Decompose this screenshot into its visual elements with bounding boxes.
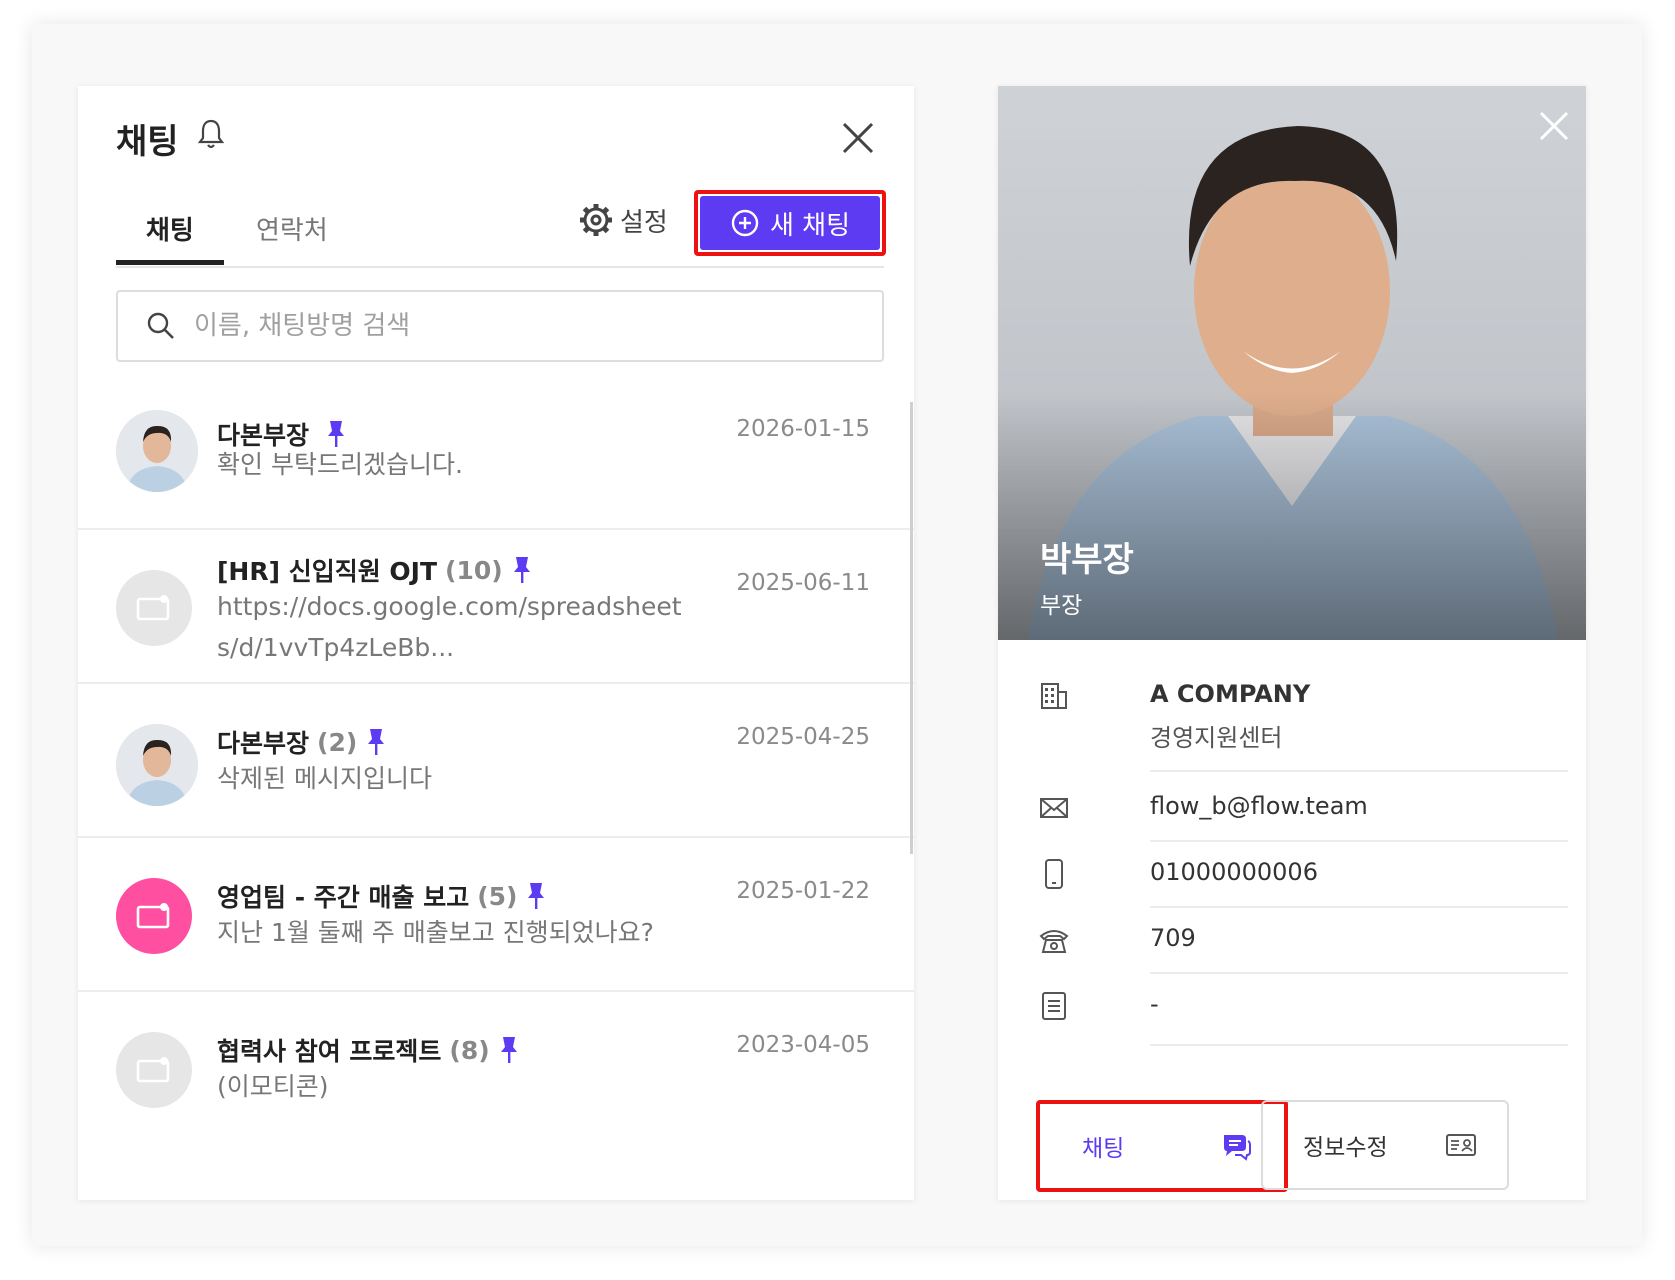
chat-panel-title: 채팅: [116, 122, 179, 162]
last-message: 삭제된 메시지입니다: [217, 764, 432, 793]
chat-room-item[interactable]: 협력사 참여 프로젝트 (8) (이모티콘) 2023-04-05: [78, 992, 914, 1152]
chat-button-label: 채팅: [1082, 1136, 1125, 1162]
chat-room-name: [HR] 신입직원 OJT (10): [217, 552, 533, 588]
chat-room-list: 다본부장 확인 부탁드리겠습니다. 2026-01-15 [HR] 신입직원 O…: [78, 384, 914, 1152]
person-photo-icon: [116, 410, 198, 492]
last-message: 지난 1월 둘째 주 매출보고 진행되었나요?: [217, 918, 654, 947]
telephone-icon: [1039, 930, 1069, 953]
chat-room-icon: [136, 903, 170, 929]
person-photo-icon: [116, 724, 198, 806]
room-title: [HR] 신입직원 OJT: [217, 557, 438, 586]
room-title: 영업팀 - 주간 매출 보고: [217, 883, 470, 912]
pin-icon: [528, 883, 545, 909]
chat-date: 2023-04-05: [736, 1032, 870, 1058]
gear-icon: [580, 204, 612, 236]
chat-date: 2025-06-11: [736, 570, 870, 596]
member-count: (5): [477, 881, 518, 911]
room-title: 다본부장: [217, 729, 310, 758]
new-chat-button[interactable]: 새 채팅: [700, 196, 880, 250]
chat-room-item[interactable]: 다본부장 확인 부탁드리겠습니다. 2026-01-15: [78, 384, 914, 530]
chat-room-name: 다본부장 (2): [217, 724, 387, 760]
chat-room-item[interactable]: [HR] 신입직원 OJT (10) https://docs.google.c…: [78, 530, 914, 684]
chat-room-icon: [136, 595, 170, 621]
divider: [1150, 1044, 1568, 1046]
company-name: A COMPANY: [1150, 680, 1311, 708]
email[interactable]: flow_b@flow.team: [1150, 792, 1368, 820]
divider: [1150, 906, 1568, 908]
divider: [1150, 770, 1568, 772]
active-tab-indicator: [116, 260, 224, 265]
search-input[interactable]: [192, 310, 832, 342]
divider: [1150, 972, 1568, 974]
last-message: https://docs.google.com/spreadsheets/d/1…: [217, 592, 682, 662]
chat-room-name: 영업팀 - 주간 매출 보고 (5): [217, 878, 547, 914]
divider: [1150, 840, 1568, 842]
last-message: 확인 부탁드리겠습니다.: [217, 450, 463, 479]
tab-chat[interactable]: 채팅: [146, 210, 194, 247]
mail-icon: [1040, 798, 1068, 818]
avatar: [116, 724, 198, 806]
department: 경영지원센터: [1150, 724, 1283, 752]
chat-button[interactable]: 채팅: [1042, 1106, 1282, 1186]
edit-info-label: 정보수정: [1303, 1135, 1388, 1161]
settings-button[interactable]: 설정: [578, 198, 668, 242]
chat-room-name: 협력사 참여 프로젝트 (8): [217, 1032, 520, 1068]
profile-name: 박부장: [1040, 540, 1134, 580]
profile-panel: 박부장 부장 A COMPANY 경영지원센터 flow_b@flow.team…: [998, 86, 1586, 1200]
close-icon[interactable]: [1538, 110, 1570, 142]
chat-room-item[interactable]: 다본부장 (2) 삭제된 메시지입니다 2025-04-25: [78, 684, 914, 838]
avatar: [116, 1032, 192, 1108]
chat-room-item[interactable]: 영업팀 - 주간 매출 보고 (5) 지난 1월 둘째 주 매출보고 진행되었나…: [78, 838, 914, 992]
tab-contacts[interactable]: 연락처: [256, 210, 328, 247]
scrollbar[interactable]: [910, 402, 913, 854]
extension-number[interactable]: 709: [1150, 924, 1196, 952]
bell-icon[interactable]: [196, 116, 226, 152]
chat-panel: 채팅 채팅 연락처 설정 새 채팅 이름, 채팅방명 검색 다본부장 확인 부탁…: [78, 86, 914, 1200]
edit-info-button[interactable]: 정보수정: [1261, 1100, 1509, 1190]
building-icon: [1041, 683, 1067, 709]
memo-icon: [1042, 992, 1066, 1020]
avatar: [116, 570, 192, 646]
member-count: (8): [449, 1035, 490, 1065]
memo: -: [1150, 990, 1159, 1018]
search-box: [116, 290, 884, 362]
close-icon[interactable]: [840, 120, 876, 156]
chat-date: 2025-04-25: [736, 724, 870, 750]
member-count: (10): [445, 555, 503, 585]
pin-icon: [368, 729, 385, 755]
new-chat-label: 새 채팅: [769, 210, 851, 241]
member-count: (2): [317, 727, 358, 757]
avatar: [116, 878, 192, 954]
tab-divider: [116, 266, 884, 268]
pin-icon: [513, 557, 530, 583]
settings-label: 설정: [620, 207, 668, 238]
chat-date: 2026-01-15: [736, 416, 870, 442]
chat-room-icon: [136, 1057, 170, 1083]
chat-bubble-icon: [1224, 1135, 1251, 1161]
search-icon: [147, 312, 174, 339]
last-message: (이모티콘): [217, 1072, 329, 1101]
room-title: 협력사 참여 프로젝트: [217, 1037, 442, 1066]
mobile-phone-icon: [1045, 859, 1063, 889]
avatar: [116, 410, 198, 492]
profile-rank: 부장: [1040, 593, 1083, 619]
chat-date: 2025-01-22: [736, 878, 870, 904]
id-card-icon: [1446, 1134, 1476, 1156]
plus-circle-icon: [731, 209, 759, 237]
pin-icon: [500, 1037, 517, 1063]
mobile-number[interactable]: 01000000006: [1150, 858, 1318, 886]
